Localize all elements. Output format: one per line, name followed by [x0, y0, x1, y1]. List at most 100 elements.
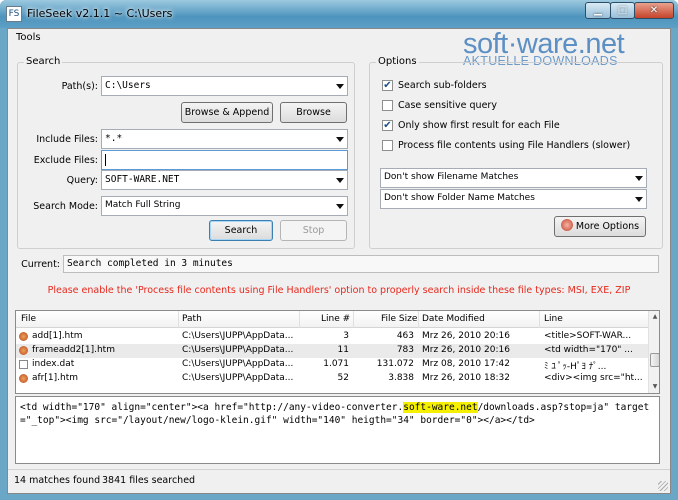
checkbox-box	[382, 140, 393, 151]
case-sensitive-label: Case sensitive query	[398, 100, 497, 111]
current-label: Current:	[21, 259, 60, 270]
more-options-button[interactable]: More Options	[554, 216, 646, 237]
search-button[interactable]: Search	[209, 220, 273, 241]
app-window: FS FileSeek v2.1.1 ~ C:\Users ▁ □ ✕ Tool…	[0, 0, 678, 500]
results-header: File Path Line # File Size Date Modified…	[16, 311, 648, 328]
search-mode-value: Match Full String	[105, 200, 181, 210]
options-group-title: Options	[376, 56, 419, 67]
search-mode-label: Search Mode:	[33, 201, 98, 212]
text-caret	[105, 154, 106, 166]
filename-matches-select[interactable]: Don't show Filename Matches	[380, 168, 647, 188]
options-group: Options ✔ Search sub-folders Case sensit…	[369, 56, 663, 249]
cell-path: C:\Users\JUPP\AppData...	[182, 331, 294, 341]
column-divider[interactable]	[178, 311, 179, 328]
fileseek-app-icon: FS	[6, 6, 22, 22]
cell-date-modified: Mrz 26, 2010 20:16	[422, 345, 510, 355]
browse-append-button[interactable]: Browse & Append	[181, 102, 273, 123]
title-bar[interactable]: FS FileSeek v2.1.1 ~ C:\Users ▁ □ ✕	[0, 0, 678, 28]
cell-path: C:\Users\JUPP\AppData...	[182, 359, 294, 369]
cell-line-number: 52	[337, 373, 349, 383]
results-list[interactable]: File Path Line # File Size Date Modified…	[15, 310, 660, 394]
cell-line: <title>SOFT-WAR...	[544, 331, 632, 341]
results-scrollbar[interactable]: ▲ ▼	[648, 311, 659, 393]
chevron-down-icon	[336, 137, 344, 142]
cell-date-modified: Mrz 08, 2010 17:42	[422, 359, 510, 369]
include-files-combo[interactable]: *.*	[101, 129, 348, 149]
cell-line-number: 11	[337, 345, 349, 355]
checkbox-box: ✔	[382, 80, 393, 91]
column-header-date-modified[interactable]: Date Modified	[422, 314, 485, 324]
current-status-field: Search completed in 3 minutes	[63, 255, 659, 273]
preview-code: <td width="170" align="center"><a href="…	[20, 401, 650, 427]
current-status-text: Search completed in 3 minutes	[67, 258, 233, 269]
search-group-title: Search	[24, 56, 63, 67]
table-row[interactable]: index.dat C:\Users\JUPP\AppData... 1.071…	[16, 358, 648, 372]
chevron-down-icon	[336, 84, 344, 89]
folder-matches-value: Don't show Folder Name Matches	[384, 193, 535, 203]
cell-line: <div><img src="ht...	[544, 373, 643, 383]
cell-file-size: 131.072	[376, 359, 414, 369]
htm-file-icon	[19, 332, 28, 341]
browse-button[interactable]: Browse	[280, 102, 347, 123]
table-row[interactable]: frameadd2[1].htm C:\Users\JUPP\AppData..…	[16, 344, 648, 358]
table-row[interactable]: add[1].htm C:\Users\JUPP\AppData... 3 46…	[16, 330, 648, 344]
exclude-files-input[interactable]	[101, 150, 348, 170]
column-divider[interactable]	[418, 311, 419, 328]
line-preview-pane[interactable]: <td width="170" align="center"><a href="…	[15, 396, 660, 464]
dat-file-icon	[19, 360, 28, 369]
table-row[interactable]: afr[1].htm C:\Users\JUPP\AppData... 52 3…	[16, 372, 648, 386]
client-area: Tools soft·ware.net AKTUELLE DOWNLOADS S…	[7, 28, 671, 494]
cell-line-number: 3	[343, 331, 349, 341]
paths-combo[interactable]: C:\Users	[101, 76, 348, 96]
paths-label: Path(s):	[61, 81, 98, 92]
more-options-label: More Options	[575, 221, 640, 232]
column-header-path[interactable]: Path	[182, 314, 202, 324]
query-combo[interactable]: SOFT-WARE.NET	[101, 170, 348, 190]
scroll-down-arrow-icon[interactable]: ▼	[650, 381, 659, 393]
scroll-thumb[interactable]	[650, 353, 659, 367]
minimize-button[interactable]: ▁	[585, 2, 611, 19]
include-files-label: Include Files:	[36, 134, 98, 145]
chevron-down-icon	[635, 176, 643, 181]
first-result-label: Only show first result for each File	[398, 120, 560, 131]
query-label: Query:	[66, 175, 98, 186]
cell-line-number: 1.071	[323, 359, 349, 369]
column-header-line-number[interactable]: Line #	[321, 314, 350, 324]
cell-file: frameadd2[1].htm	[32, 345, 115, 355]
chevron-down-icon	[336, 178, 344, 183]
cell-file: afr[1].htm	[32, 373, 78, 383]
column-header-file[interactable]: File	[21, 314, 36, 324]
checkbox-box: ✔	[382, 120, 393, 131]
file-handlers-label: Process file contents using File Handler…	[398, 140, 631, 151]
stop-button[interactable]: Stop	[280, 220, 347, 241]
cell-date-modified: Mrz 26, 2010 18:32	[422, 373, 510, 383]
cell-file: index.dat	[32, 359, 75, 369]
cell-file-size: 783	[396, 345, 414, 355]
exclude-files-label: Exclude Files:	[33, 155, 98, 166]
cell-path: C:\Users\JUPP\AppData...	[182, 345, 294, 355]
cell-file-size: 463	[396, 331, 414, 341]
search-mode-select[interactable]: Match Full String	[101, 196, 348, 216]
filename-matches-value: Don't show Filename Matches	[384, 172, 519, 182]
folder-matches-select[interactable]: Don't show Folder Name Matches	[380, 189, 647, 209]
preview-match-highlight: soft-ware.net	[403, 402, 478, 413]
column-header-file-size[interactable]: File Size	[381, 314, 417, 324]
column-divider[interactable]	[539, 311, 540, 328]
window-title: FileSeek v2.1.1 ~ C:\Users	[27, 7, 173, 20]
htm-file-icon	[19, 346, 28, 355]
column-divider[interactable]	[353, 311, 354, 328]
maximize-button[interactable]: □	[610, 2, 635, 19]
include-files-value: *.*	[105, 133, 123, 144]
resize-grip-icon[interactable]	[658, 481, 668, 491]
scroll-up-arrow-icon[interactable]: ▲	[650, 311, 659, 323]
more-options-icon	[560, 219, 573, 231]
files-searched-text: 3841 files searched	[102, 475, 196, 486]
close-button[interactable]: ✕	[634, 2, 674, 19]
cell-line: <td width="170" ...	[544, 345, 633, 355]
menu-tools[interactable]: Tools	[16, 32, 41, 43]
matches-found-text: 14 matches found	[14, 475, 101, 486]
cell-file: add[1].htm	[32, 331, 83, 341]
chevron-down-icon	[635, 197, 643, 202]
column-divider[interactable]	[299, 311, 300, 328]
column-header-line[interactable]: Line	[544, 314, 563, 324]
